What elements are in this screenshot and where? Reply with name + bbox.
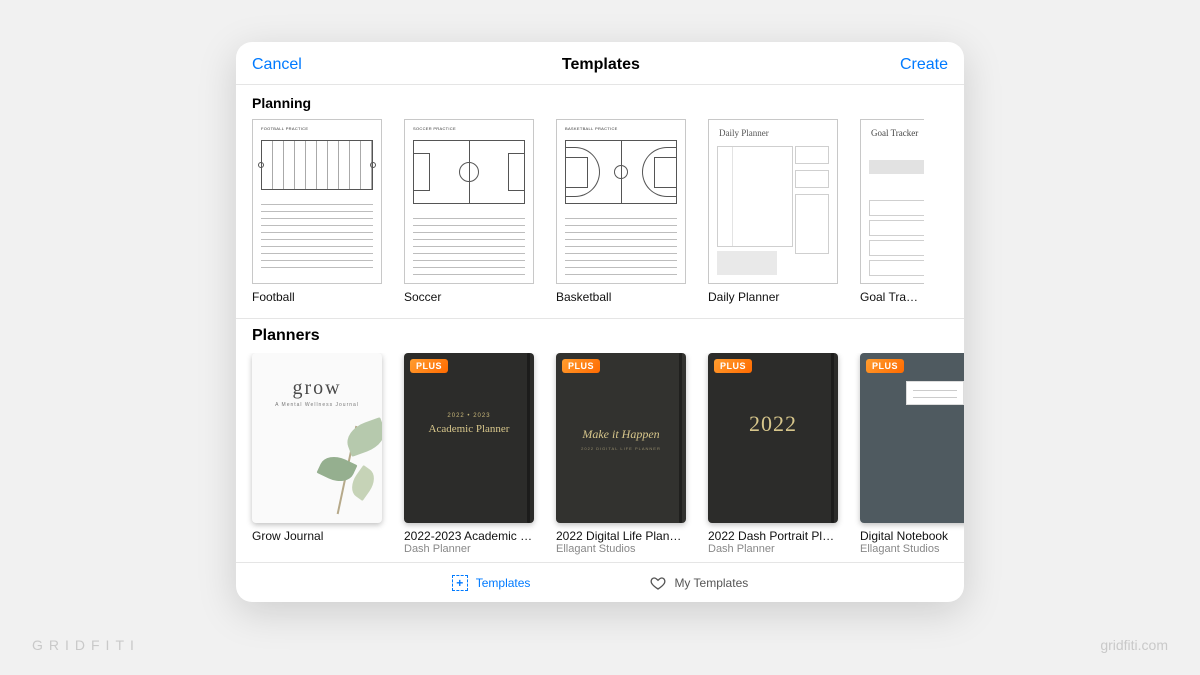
tab-templates[interactable]: + Templates xyxy=(452,575,531,591)
planner-title: Grow Journal xyxy=(252,529,382,543)
planner-cover: PLUS 2022 xyxy=(708,353,838,523)
template-label: Daily Planner xyxy=(708,290,838,304)
section-divider xyxy=(236,318,964,319)
template-soccer[interactable]: SOCCER PRACTICE Soccer xyxy=(404,119,534,304)
template-thumb: Goal Tracker xyxy=(860,119,924,284)
planner-title: 2022-2023 Academic Pla... xyxy=(404,529,534,543)
cover-small: 2022 • 2023 xyxy=(404,413,534,419)
template-goal-tracker[interactable]: Goal Tracker Goal Tracker xyxy=(860,119,924,304)
cover-subtitle: A Mental Wellness Journal xyxy=(252,402,382,408)
bottom-nav: + Templates My Templates xyxy=(236,562,964,602)
plus-badge: PLUS xyxy=(562,359,600,373)
plus-badge: PLUS xyxy=(866,359,904,373)
section-header-planning: Planning xyxy=(236,89,964,119)
add-template-icon: + xyxy=(452,575,468,591)
planner-title: Digital Notebook xyxy=(860,529,964,543)
planner-subtitle: Dash Planner xyxy=(708,543,838,555)
section-header-planners: Planners xyxy=(236,325,964,353)
planner-cover: PLUS Make it Happen 2022 DIGITAL LIFE PL… xyxy=(556,353,686,523)
template-label: Basketball xyxy=(556,290,686,304)
planner-digital-notebook[interactable]: PLUS Digital Notebook Ellagant Studios xyxy=(860,353,964,555)
templates-modal: Cancel Templates Create Planning FOOTBAL… xyxy=(236,42,964,602)
template-basketball[interactable]: BASKETBALL PRACTICE Basketball xyxy=(556,119,686,304)
cover-title: Make it Happen xyxy=(556,427,686,442)
template-label: Goal Tracker xyxy=(860,290,924,304)
template-thumb: BASKETBALL PRACTICE xyxy=(556,119,686,284)
modal-title: Templates xyxy=(562,56,640,74)
template-daily-planner[interactable]: Daily Planner Daily Planner xyxy=(708,119,838,304)
create-button[interactable]: Create xyxy=(900,56,948,74)
planners-strip[interactable]: grow A Mental Wellness Journal Grow Jour… xyxy=(236,353,964,562)
template-thumb: FOOTBALL PRACTICE xyxy=(252,119,382,284)
planning-strip[interactable]: FOOTBALL PRACTICE Football SOCCER xyxy=(236,119,964,314)
template-label: Football xyxy=(252,290,382,304)
planner-cover: PLUS 2022 • 2023 Academic Planner xyxy=(404,353,534,523)
planner-subtitle: Ellagant Studios xyxy=(860,543,964,555)
cover-title: grow xyxy=(252,377,382,400)
watermark-url: gridfiti.com xyxy=(1100,637,1168,653)
tab-my-templates[interactable]: My Templates xyxy=(650,575,748,591)
planner-cover: PLUS xyxy=(860,353,964,523)
notebook-label-icon xyxy=(906,381,964,405)
template-football[interactable]: FOOTBALL PRACTICE Football xyxy=(252,119,382,304)
planner-subtitle: Ellagant Studios xyxy=(556,543,686,555)
cover-subtitle: 2022 DIGITAL LIFE PLANNER xyxy=(556,446,686,451)
planner-dash-portrait[interactable]: PLUS 2022 2022 Dash Portrait Planner Das… xyxy=(708,353,838,555)
planner-cover: grow A Mental Wellness Journal xyxy=(252,353,382,523)
template-thumb: Daily Planner xyxy=(708,119,838,284)
planner-title: 2022 Dash Portrait Planner xyxy=(708,529,838,543)
planner-digital-life[interactable]: PLUS Make it Happen 2022 DIGITAL LIFE PL… xyxy=(556,353,686,555)
planner-grow-journal[interactable]: grow A Mental Wellness Journal Grow Jour… xyxy=(252,353,382,555)
modal-header: Cancel Templates Create xyxy=(236,42,964,84)
plus-badge: PLUS xyxy=(714,359,752,373)
template-thumb: SOCCER PRACTICE xyxy=(404,119,534,284)
tab-label: My Templates xyxy=(674,576,748,590)
tab-label: Templates xyxy=(476,576,531,590)
modal-content[interactable]: Planning FOOTBALL PRACTICE Football xyxy=(236,85,964,562)
template-label: Soccer xyxy=(404,290,534,304)
cover-title: 2022 xyxy=(708,411,838,437)
cover-title: Academic Planner xyxy=(404,423,534,435)
planner-title: 2022 Digital Life Planner xyxy=(556,529,686,543)
planner-academic[interactable]: PLUS 2022 • 2023 Academic Planner 2022-2… xyxy=(404,353,534,555)
cancel-button[interactable]: Cancel xyxy=(252,56,302,74)
plus-badge: PLUS xyxy=(410,359,448,373)
heart-icon xyxy=(650,575,666,591)
planner-subtitle: Dash Planner xyxy=(404,543,534,555)
watermark-brand: GRIDFITI xyxy=(32,637,140,653)
